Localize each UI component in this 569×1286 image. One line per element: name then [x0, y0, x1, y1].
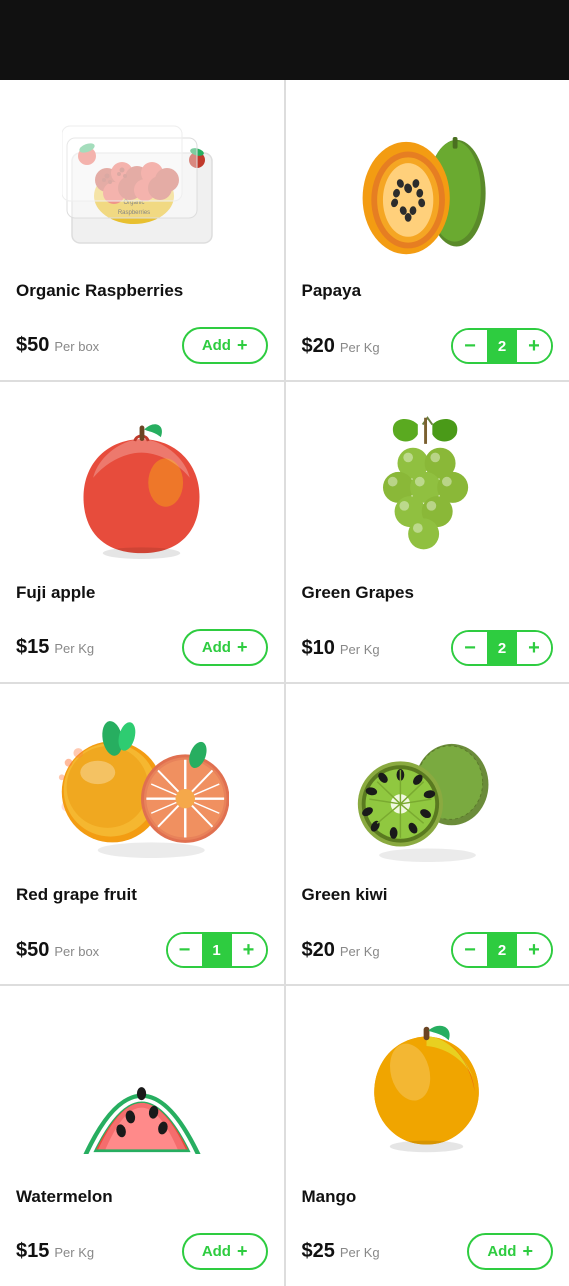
qty-control-red-grapefruit: −1+ [166, 932, 268, 968]
price-green-grapes: $10 [302, 637, 335, 660]
unit-mango: Per Kg [340, 1245, 380, 1260]
plus-icon: + [237, 1241, 248, 1262]
unit-papaya: Per Kg [340, 340, 380, 355]
qty-plus-red-grapefruit[interactable]: + [232, 934, 266, 966]
product-name-red-grapefruit: Red grape fruit [16, 884, 137, 906]
unit-red-grapefruit: Per box [54, 944, 99, 959]
product-card-papaya: Papaya $20 Per Kg −2+ [286, 80, 569, 380]
product-name-green-kiwi: Green kiwi [302, 884, 388, 906]
qty-minus-red-grapefruit[interactable]: − [168, 934, 202, 966]
qty-number-green-kiwi: 2 [487, 934, 517, 966]
price-block-green-kiwi: $20 Per Kg [302, 939, 380, 962]
product-image-green-grapes [302, 400, 554, 570]
product-card-mango: Mango $25 Per Kg Add + [286, 986, 569, 1286]
product-name-organic-raspberries: Organic Raspberries [16, 280, 183, 302]
price-mango: $25 [302, 1240, 335, 1263]
product-card-red-grapefruit: Red grape fruit $50 Per box −1+ [0, 684, 284, 984]
price-block-green-grapes: $10 Per Kg [302, 637, 380, 660]
product-footer-papaya: $20 Per Kg −2+ [302, 328, 554, 364]
price-block-watermelon: $15 Per Kg [16, 1240, 94, 1263]
add-label: Add [202, 337, 231, 354]
unit-watermelon: Per Kg [54, 1245, 94, 1260]
unit-green-kiwi: Per Kg [340, 944, 380, 959]
qty-plus-papaya[interactable]: + [517, 330, 551, 362]
price-red-grapefruit: $50 [16, 939, 49, 962]
price-fuji-apple: $15 [16, 636, 49, 659]
price-watermelon: $15 [16, 1240, 49, 1263]
product-card-watermelon: Watermelon $15 Per Kg Add + [0, 986, 284, 1286]
qty-control-green-grapes: −2+ [451, 630, 553, 666]
product-card-organic-raspberries: Driscoll's Organic Raspberries [0, 80, 284, 380]
product-grid: Driscoll's Organic Raspberries [0, 80, 569, 1286]
add-label: Add [487, 1243, 516, 1260]
price-block-organic-raspberries: $50 Per box [16, 334, 99, 357]
unit-fuji-apple: Per Kg [54, 641, 94, 656]
product-footer-green-grapes: $10 Per Kg −2+ [302, 630, 554, 666]
qty-control-green-kiwi: −2+ [451, 932, 553, 968]
product-image-fuji-apple [16, 400, 268, 570]
product-card-green-kiwi: Green kiwi $20 Per Kg −2+ [286, 684, 569, 984]
product-footer-organic-raspberries: $50 Per box Add + [16, 327, 268, 364]
product-name-green-grapes: Green Grapes [302, 582, 414, 604]
app-header [0, 0, 569, 80]
price-organic-raspberries: $50 [16, 334, 49, 357]
product-image-mango [302, 1004, 554, 1174]
product-footer-red-grapefruit: $50 Per box −1+ [16, 932, 268, 968]
product-image-watermelon [16, 1004, 268, 1174]
product-footer-fuji-apple: $15 Per Kg Add + [16, 629, 268, 666]
product-footer-watermelon: $15 Per Kg Add + [16, 1233, 268, 1270]
product-image-organic-raspberries: Driscoll's Organic Raspberries [16, 98, 268, 268]
product-image-papaya [302, 98, 554, 268]
qty-control-papaya: −2+ [451, 328, 553, 364]
product-card-fuji-apple: Fuji apple $15 Per Kg Add + [0, 382, 284, 682]
qty-minus-green-kiwi[interactable]: − [453, 934, 487, 966]
plus-icon: + [237, 637, 248, 658]
add-button-organic-raspberries[interactable]: Add + [182, 327, 268, 364]
price-block-mango: $25 Per Kg [302, 1240, 380, 1263]
product-name-fuji-apple: Fuji apple [16, 582, 95, 604]
product-footer-green-kiwi: $20 Per Kg −2+ [302, 932, 554, 968]
qty-number-red-grapefruit: 1 [202, 934, 232, 966]
product-name-papaya: Papaya [302, 280, 362, 302]
product-footer-mango: $25 Per Kg Add + [302, 1233, 554, 1270]
qty-number-green-grapes: 2 [487, 632, 517, 664]
add-button-watermelon[interactable]: Add + [182, 1233, 268, 1270]
add-label: Add [202, 639, 231, 656]
add-button-fuji-apple[interactable]: Add + [182, 629, 268, 666]
product-card-green-grapes: Green Grapes $10 Per Kg −2+ [286, 382, 569, 682]
price-block-fuji-apple: $15 Per Kg [16, 636, 94, 659]
price-green-kiwi: $20 [302, 939, 335, 962]
add-button-mango[interactable]: Add + [467, 1233, 553, 1270]
product-name-watermelon: Watermelon [16, 1186, 113, 1208]
add-label: Add [202, 1243, 231, 1260]
plus-icon: + [237, 335, 248, 356]
price-block-papaya: $20 Per Kg [302, 335, 380, 358]
qty-plus-green-grapes[interactable]: + [517, 632, 551, 664]
plus-icon: + [522, 1241, 533, 1262]
unit-green-grapes: Per Kg [340, 642, 380, 657]
qty-number-papaya: 2 [487, 330, 517, 362]
qty-minus-green-grapes[interactable]: − [453, 632, 487, 664]
qty-minus-papaya[interactable]: − [453, 330, 487, 362]
product-image-red-grapefruit [16, 702, 268, 872]
unit-organic-raspberries: Per box [54, 339, 99, 354]
product-name-mango: Mango [302, 1186, 357, 1208]
qty-plus-green-kiwi[interactable]: + [517, 934, 551, 966]
price-papaya: $20 [302, 335, 335, 358]
price-block-red-grapefruit: $50 Per box [16, 939, 99, 962]
product-image-green-kiwi [302, 702, 554, 872]
